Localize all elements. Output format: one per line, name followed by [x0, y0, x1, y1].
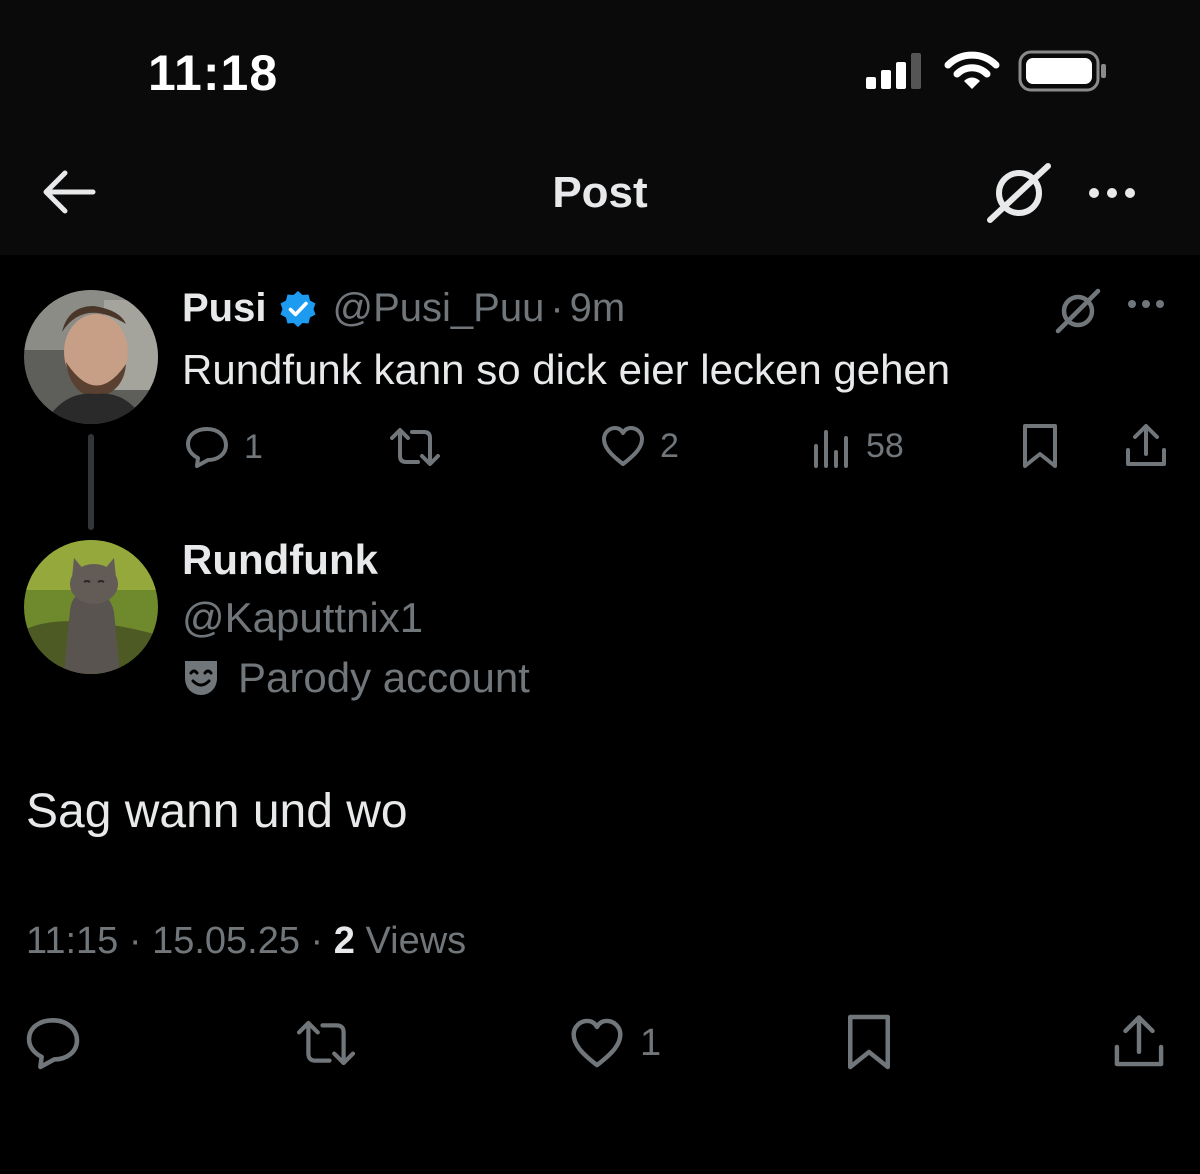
separator: ·	[310, 920, 324, 962]
heart-icon	[602, 426, 644, 466]
status-bar: 11:18	[0, 0, 1200, 130]
main-tweet-meta: 11:15 · 15.05.25 · 2 Views	[26, 920, 466, 963]
avatar-photo-icon	[24, 540, 158, 674]
theater-mask-icon	[185, 661, 217, 695]
avatar-rundfunk[interactable]	[24, 540, 158, 674]
parent-bookmark-button[interactable]	[1020, 422, 1060, 470]
wifi-icon	[944, 51, 1000, 89]
parent-reply-count: 1	[244, 427, 263, 466]
parent-reply-button[interactable]: 1	[184, 424, 263, 470]
share-icon	[1114, 1015, 1164, 1067]
parent-more-button[interactable]	[1128, 300, 1164, 308]
separator: ·	[550, 286, 564, 330]
grok-icon	[987, 163, 1051, 223]
post-screen: 11:18 Post Pusi @Pusi_Puu · 9m Rundfunk …	[0, 0, 1200, 1174]
main-views-label[interactable]: Views	[365, 920, 466, 962]
status-time: 11:18	[148, 45, 279, 101]
repost-icon	[296, 1020, 356, 1066]
reply-icon	[26, 1018, 80, 1070]
main-views-count[interactable]: 2	[334, 920, 355, 962]
parent-grok-button[interactable]	[1055, 288, 1101, 334]
heart-icon	[571, 1018, 623, 1068]
parent-views-count: 58	[866, 426, 904, 465]
main-share-button[interactable]	[1112, 1012, 1166, 1072]
parent-like-count: 2	[660, 426, 679, 465]
bookmark-icon	[1023, 424, 1057, 468]
main-repost-button[interactable]	[294, 1016, 358, 1070]
main-tweet-date[interactable]: 15.05.25	[152, 920, 300, 962]
grok-icon	[1055, 288, 1101, 334]
thread-line	[88, 434, 94, 530]
parent-tweet-time[interactable]: 9m	[570, 286, 626, 331]
parody-label: Parody account	[182, 654, 530, 702]
share-icon	[1126, 424, 1166, 466]
main-author-handle[interactable]: @Kaputtnix1	[182, 594, 423, 642]
main-like-count: 1	[640, 1021, 662, 1064]
parent-author-name[interactable]: Pusi	[182, 286, 266, 331]
nav-header: Post	[0, 130, 1200, 255]
bookmark-icon	[848, 1014, 890, 1070]
more-dot-icon	[1107, 188, 1117, 198]
main-tweet-time[interactable]: 11:15	[26, 920, 118, 962]
avatar-photo-icon	[24, 290, 158, 424]
repost-icon	[390, 428, 440, 466]
main-action-bar: 1	[0, 1008, 1200, 1078]
cellular-signal-icon	[866, 53, 921, 89]
battery-icon	[1018, 50, 1106, 92]
main-reply-button[interactable]	[24, 1014, 82, 1072]
views-chart-icon	[814, 430, 848, 468]
more-dot-icon	[1128, 300, 1136, 308]
separator: ·	[128, 920, 142, 962]
parent-views-button[interactable]: 58	[812, 424, 904, 468]
more-dot-icon	[1142, 300, 1150, 308]
main-tweet-text: Sag wann und wo	[26, 785, 408, 838]
parent-share-button[interactable]	[1124, 422, 1168, 470]
more-dot-icon	[1089, 188, 1099, 198]
main-like-button[interactable]: 1	[568, 1016, 661, 1070]
parent-repost-button[interactable]	[388, 424, 442, 470]
more-dot-icon	[1156, 300, 1164, 308]
more-options-button[interactable]	[1080, 170, 1144, 216]
parody-label-text: Parody account	[238, 654, 530, 701]
status-icons	[864, 50, 1108, 92]
more-dot-icon	[1125, 188, 1135, 198]
avatar-pusi[interactable]	[24, 290, 158, 424]
parent-tweet-text: Rundfunk kann so dick eier lecken gehen	[182, 346, 951, 393]
main-author-name[interactable]: Rundfunk	[182, 536, 378, 584]
parent-like-button[interactable]: 2	[600, 424, 679, 468]
reply-icon	[186, 427, 228, 468]
parent-author-handle[interactable]: @Pusi_Puu	[332, 286, 544, 331]
parent-action-bar: 1 2 58	[180, 420, 1180, 480]
verified-badge-icon	[280, 290, 316, 327]
main-bookmark-button[interactable]	[844, 1012, 894, 1072]
grok-button[interactable]	[986, 160, 1052, 226]
parent-tweet-header: Pusi @Pusi_Puu · 9m	[182, 286, 625, 331]
